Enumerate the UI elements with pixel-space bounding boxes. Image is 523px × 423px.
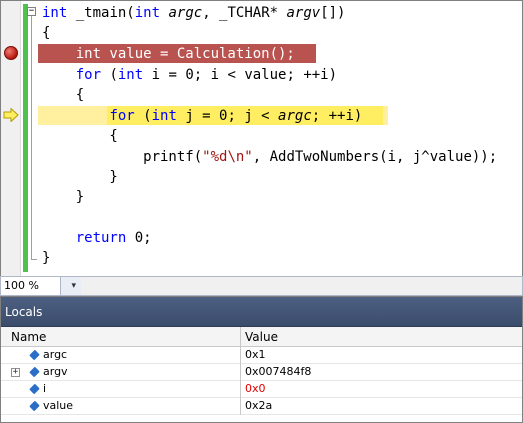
code-editor[interactable]: − int _tmain(int argc, _TCHAR* argv[]){ …: [0, 0, 523, 276]
code-token: }: [42, 189, 85, 205]
glyph-margin[interactable]: [1, 1, 21, 276]
column-divider: [240, 364, 241, 381]
code-line[interactable]: {: [42, 127, 118, 145]
locals-row[interactable]: argc 0x1: [1, 347, 522, 364]
breakpoint-icon[interactable]: [4, 46, 18, 60]
column-header-name[interactable]: Name: [11, 327, 46, 347]
column-header-value[interactable]: Value: [245, 327, 278, 347]
outlining-line: [31, 13, 32, 259]
code-line[interactable]: }: [42, 168, 118, 186]
code-line[interactable]: {: [42, 86, 84, 104]
column-divider: [240, 347, 241, 364]
editor-status-row: 100 % ▾: [0, 276, 523, 296]
locals-title: Locals: [1, 297, 522, 327]
code-line[interactable]: printf("%d\n", AddTwoNumbers(i, j^value)…: [42, 148, 497, 166]
code-token: (: [101, 67, 118, 83]
collapse-toggle-icon[interactable]: −: [27, 7, 36, 16]
code-token: int value = Calculation();: [42, 46, 295, 62]
column-divider: [240, 381, 241, 398]
code-token: argc: [278, 108, 312, 124]
code-line[interactable]: }: [42, 249, 50, 267]
expand-icon[interactable]: +: [11, 368, 20, 377]
variable-name: argc: [43, 348, 68, 361]
code-token: argc: [168, 5, 203, 21]
code-line[interactable]: }: [42, 188, 84, 206]
current-statement-arrow-icon: [3, 108, 19, 122]
code-token: "%d\n": [202, 149, 253, 165]
code-token: int: [151, 108, 177, 124]
locals-row[interactable]: i 0x0: [1, 381, 522, 398]
code-token: 0;: [126, 230, 152, 246]
code-token: int: [42, 5, 68, 21]
chevron-down-icon[interactable]: ▾: [71, 277, 76, 295]
locals-row[interactable]: + argv 0x007484f8: [1, 364, 522, 381]
column-divider[interactable]: [240, 327, 241, 347]
code-token: }: [42, 250, 51, 266]
code-token: []): [320, 5, 346, 21]
code-token: for: [109, 108, 135, 124]
code-token: printf(: [42, 149, 203, 165]
locals-header: Name Value: [1, 327, 522, 347]
locals-window: Locals Name Value argc 0x1 + argv 0x007484f8…: [0, 296, 523, 423]
locals-rows: argc 0x1 + argv 0x007484f8 i 0x0 value 0x2a: [1, 347, 522, 415]
variable-value[interactable]: 0x1: [245, 347, 266, 363]
change-tracking-bar: [23, 4, 28, 272]
code-token: int: [117, 67, 144, 83]
code-line[interactable]: for (int j = 0; j < argc; ++i): [42, 107, 362, 125]
code-line[interactable]: return 0;: [42, 229, 152, 247]
code-token: , AddTwoNumbers(i, j^value));: [252, 149, 498, 165]
code-token: _tmain(: [67, 5, 135, 21]
variable-value[interactable]: 0x007484f8: [245, 364, 311, 380]
horizontal-scrollbar[interactable]: [81, 277, 522, 295]
code-token: {: [42, 25, 51, 41]
variable-name: i: [43, 382, 47, 395]
code-line[interactable]: for (int i = 0; i < value; ++i): [42, 66, 337, 84]
code-token: , _TCHAR*: [202, 5, 287, 21]
code-token: (: [134, 108, 152, 124]
variable-icon: [29, 400, 40, 412]
code-token: for: [75, 67, 102, 83]
zoom-level-dropdown[interactable]: 100 % ▾: [1, 277, 76, 295]
variable-icon: [29, 383, 40, 395]
variable-icon: [29, 349, 40, 361]
code-line[interactable]: {: [42, 24, 50, 42]
code-token: int: [134, 5, 161, 21]
code-token: ; ++i): [311, 108, 363, 124]
code-line[interactable]: int value = Calculation();: [42, 45, 295, 63]
column-divider: [240, 398, 241, 415]
variable-value[interactable]: 0x0: [245, 381, 266, 397]
outlining-end: [31, 259, 37, 260]
code-token: return: [75, 230, 127, 246]
variable-name: value: [43, 399, 74, 412]
code-token: {: [42, 87, 85, 103]
code-token: }: [42, 169, 118, 185]
code-token: {: [42, 128, 118, 144]
code-token: j = 0; j <: [176, 108, 279, 124]
code-token: argv: [286, 5, 321, 21]
variable-icon: [29, 366, 40, 378]
zoom-level-value: 100 %: [4, 279, 39, 292]
variable-name: argv: [43, 365, 68, 378]
code-token: i = 0; i < value; ++i): [143, 67, 338, 83]
locals-row[interactable]: value 0x2a: [1, 398, 522, 415]
variable-value[interactable]: 0x2a: [245, 398, 272, 414]
code-line[interactable]: int _tmain(int argc, _TCHAR* argv[]): [42, 4, 346, 22]
